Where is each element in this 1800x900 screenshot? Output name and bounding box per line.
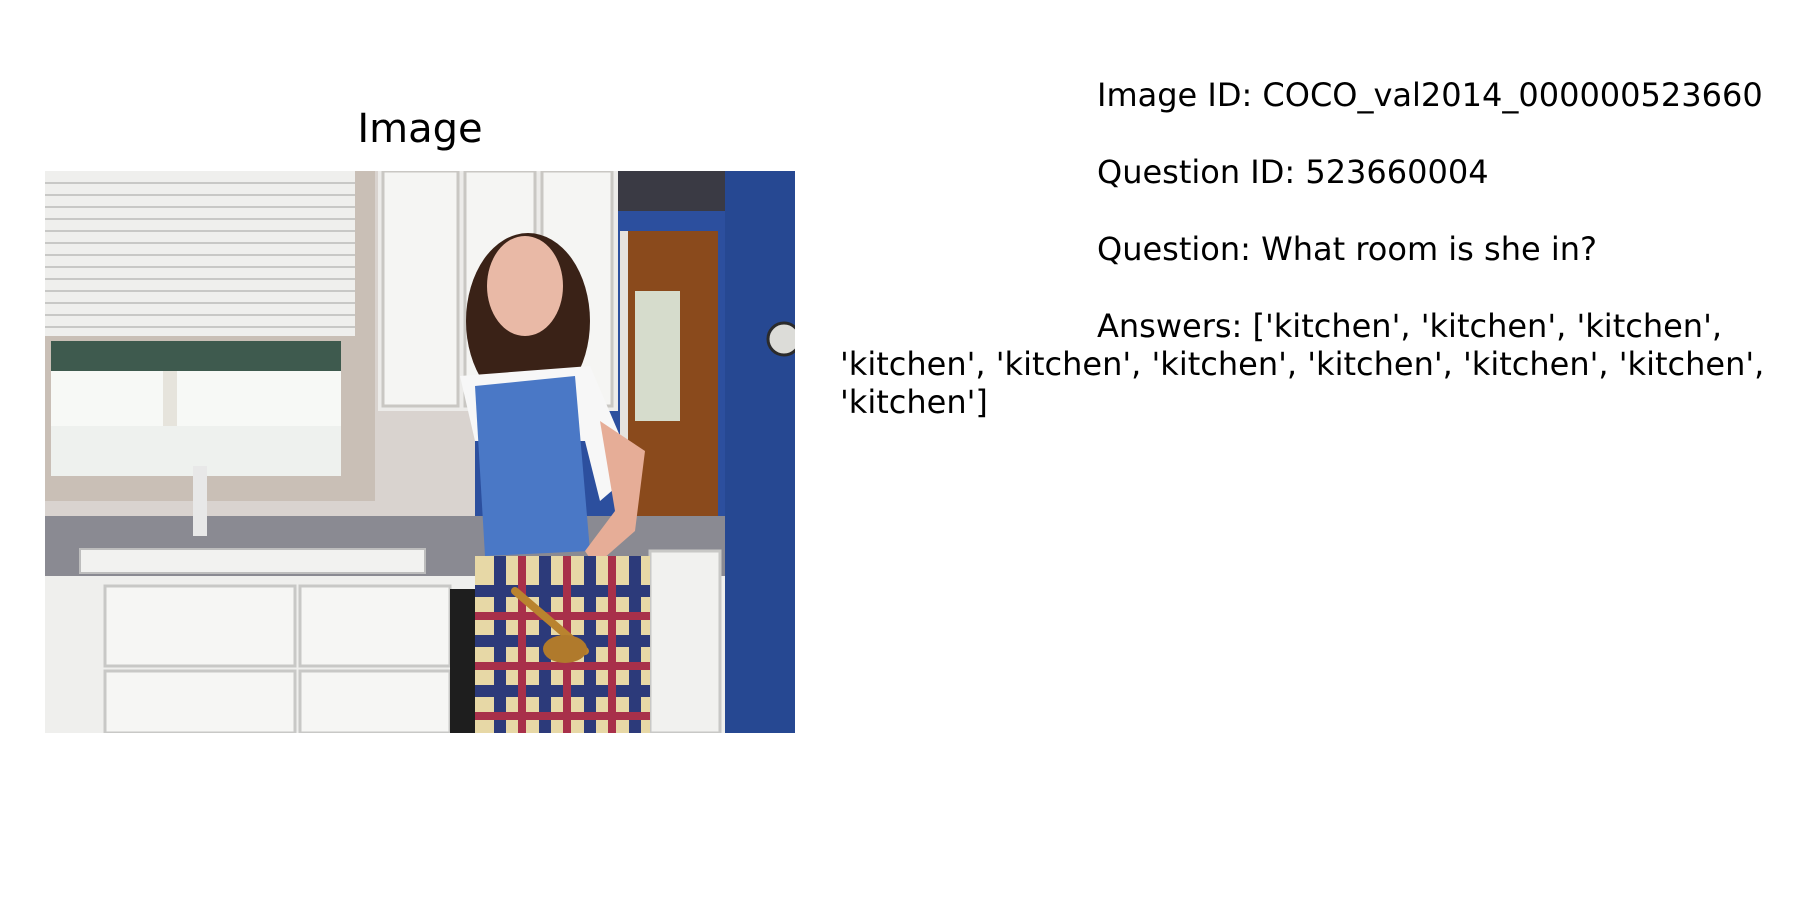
question-text: Question: What room is she in? xyxy=(1097,230,1597,268)
answers-text: Answers: ['kitchen', 'kitchen', 'kitchen… xyxy=(840,307,1775,421)
kitchen-photo xyxy=(45,171,795,733)
figure-title: Image xyxy=(357,106,483,152)
image-id-text: Image ID: COCO_val2014_000000523660 xyxy=(1097,76,1763,114)
question-id-text: Question ID: 523660004 xyxy=(1097,153,1489,191)
